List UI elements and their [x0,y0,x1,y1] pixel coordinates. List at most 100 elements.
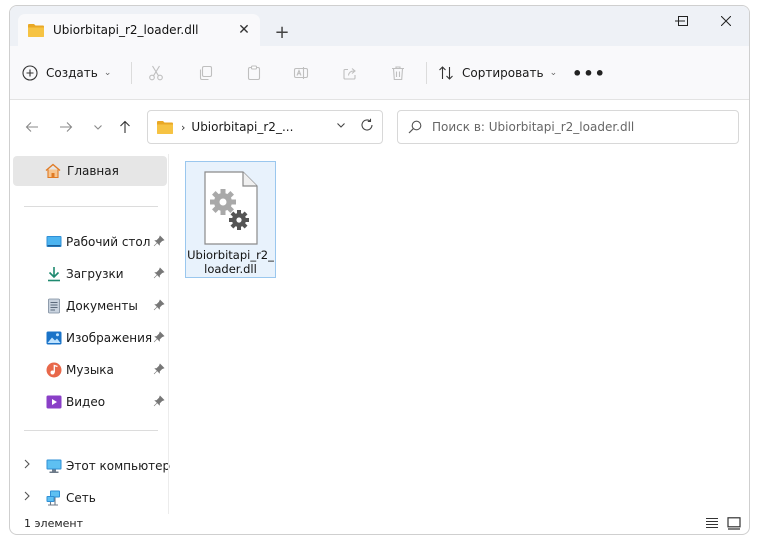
forward-button[interactable] [55,116,77,138]
copy-button[interactable] [194,61,218,85]
breadcrumb-chevron-icon: › [181,120,186,134]
sidebar-item-music[interactable]: Музыка [13,356,167,384]
tiles-view-button[interactable] [726,515,742,531]
toolbar-divider [131,62,132,84]
paste-icon [247,65,261,81]
sidebar-divider [24,206,158,207]
close-icon [721,16,731,26]
back-button[interactable] [21,116,43,138]
search-box[interactable]: Поиск в: Ubiorbitapi_r2_loader.dll [397,110,739,144]
address-bar[interactable]: › Ubiorbitapi_r2_... [147,110,383,144]
pin-icon[interactable] [153,235,165,247]
scissors-icon [149,65,163,81]
close-window-button[interactable] [703,6,749,36]
pin-icon[interactable] [153,331,165,343]
plus-circle-icon [22,65,38,81]
sidebar-item-video[interactable]: Видео [13,388,167,416]
maximize-button[interactable] [661,6,703,36]
music-icon [46,362,62,378]
file-name-line: loader.dll [204,262,257,276]
file-name-line: Ubiorbitapi_r2_ [187,248,274,262]
sidebar-item-network[interactable]: Сеть [13,484,167,512]
sidebar-item-label: Изображения [66,331,153,345]
computer-icon [46,459,62,473]
details-view-button[interactable] [704,515,720,531]
arrow-left-icon [25,122,38,132]
pin-icon[interactable] [153,267,165,279]
file-item[interactable]: Ubiorbitapi_r2_ loader.dll [185,161,276,278]
trash-icon [392,66,404,81]
folder-icon [28,24,44,37]
more-options-button[interactable]: ••• [572,60,605,86]
file-name: Ubiorbitapi_r2_ loader.dll [186,248,275,276]
rename-icon [293,67,309,79]
expand-chevron-icon[interactable] [23,491,31,504]
sort-label: Сортировать [462,66,544,80]
sidebar-item-pictures[interactable]: Изображения [13,324,167,352]
sidebar-item-documents[interactable]: Документы [13,292,167,320]
arrow-up-icon [120,120,130,133]
create-button[interactable]: Создать ⌄ [22,60,111,86]
close-tab-button[interactable]: ✕ [234,20,254,40]
desktop-icon [46,236,62,247]
sidebar-item-label: Главная [67,164,119,178]
title-bar: Ubiorbitapi_r2_loader.dll ✕ + [10,6,749,46]
up-button[interactable] [114,116,136,138]
new-tab-button[interactable]: + [270,20,294,44]
video-icon [46,395,62,409]
dll-file-icon [204,171,258,245]
sidebar-item-label: Видео [66,395,106,409]
pane-divider [168,154,169,514]
chevron-down-icon: ⌄ [103,68,112,78]
pin-icon[interactable] [153,363,165,375]
search-icon [408,120,422,134]
delete-button[interactable] [386,61,410,85]
share-button[interactable] [338,61,362,85]
folder-icon [157,121,173,134]
rename-button[interactable] [289,61,313,85]
pin-icon[interactable] [153,395,165,407]
sort-button[interactable]: Сортировать ⌄ [438,60,557,86]
download-icon [48,267,60,282]
address-dropdown-icon[interactable] [336,120,346,133]
sidebar-item-label: Музыка [66,363,114,377]
window-tab[interactable]: Ubiorbitapi_r2_loader.dll ✕ [18,14,260,46]
network-icon [46,490,60,506]
sidebar-item-home[interactable]: Главная [13,156,167,186]
sidebar-item-label: Рабочий стол [66,235,151,249]
sidebar-item-label: Документы [66,299,138,313]
tab-title: Ubiorbitapi_r2_loader.dll [53,23,199,37]
paste-button[interactable] [242,61,266,85]
home-icon [45,163,61,179]
breadcrumb-path[interactable]: Ubiorbitapi_r2_... [191,120,293,134]
file-explorer-window: Ubiorbitapi_r2_loader.dll ✕ + Создать ⌄ [9,5,750,535]
status-item-count: 1 элемент [24,517,83,530]
arrow-right-icon [60,122,73,132]
cut-button[interactable] [144,61,168,85]
copy-icon [199,65,213,81]
command-bar: Создать ⌄ Сортировать ⌄ ••• [10,46,749,100]
chevron-down-icon [94,125,102,130]
sidebar-item-this-pc[interactable]: Этот компьютер [13,452,171,480]
refresh-icon[interactable] [360,118,374,136]
sidebar-item-downloads[interactable]: Загрузки [13,260,167,288]
maximize-icon [678,16,688,26]
search-input[interactable]: Поиск в: Ubiorbitapi_r2_loader.dll [432,120,634,134]
recent-locations-button[interactable] [87,116,109,138]
share-icon [343,68,356,80]
sort-icon [439,66,453,80]
pictures-icon [46,331,62,345]
documents-icon [48,298,60,314]
chevron-down-icon: ⌄ [549,68,558,78]
details-view-icon [706,517,718,529]
sidebar-divider [24,430,158,431]
toolbar-divider [426,62,427,84]
navigation-pane: Главная Рабочий стол Загрузки Документы … [10,154,171,514]
sidebar-item-label: Этот компьютер [66,459,171,473]
sidebar-item-label: Сеть [66,491,96,505]
tiles-view-icon [727,516,741,530]
sidebar-item-desktop[interactable]: Рабочий стол [13,228,167,256]
expand-chevron-icon[interactable] [23,459,31,472]
pin-icon[interactable] [153,299,165,311]
sidebar-item-label: Загрузки [66,267,124,281]
